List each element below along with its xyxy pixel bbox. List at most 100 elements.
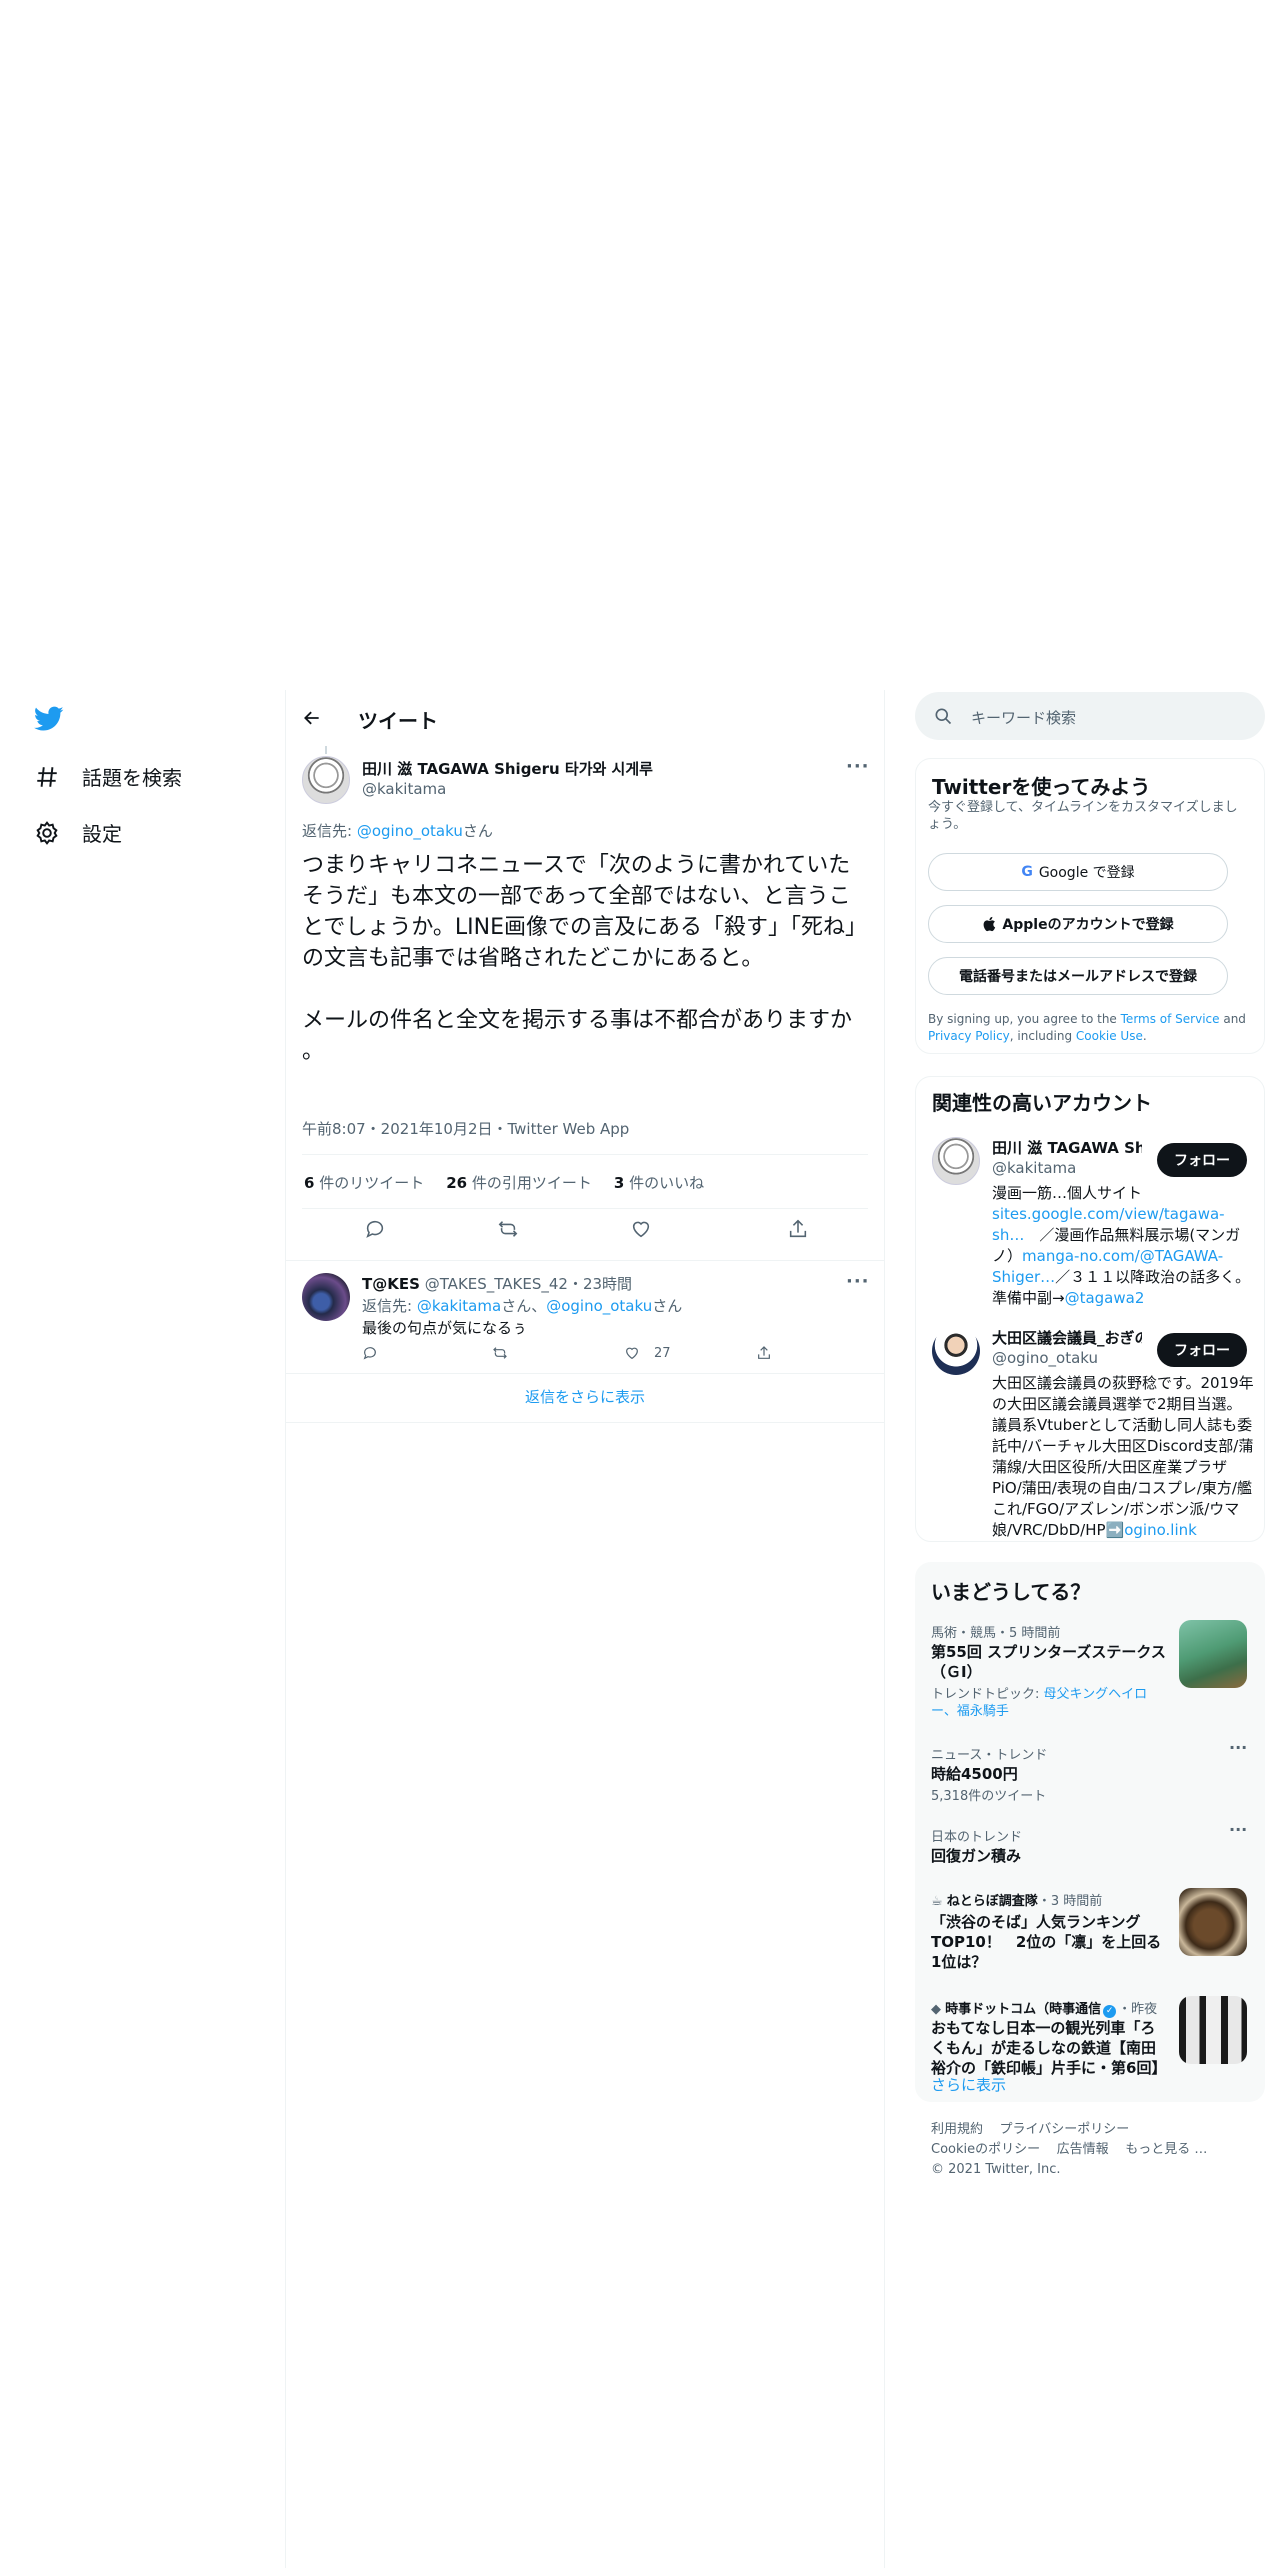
footer-copyright: © 2021 Twitter, Inc. <box>931 2162 1061 2177</box>
footer: 利用規約 プライバシーポリシー Cookieのポリシー 広告情報 もっと見る …… <box>931 2120 1207 2180</box>
news-source-icon: ◆ <box>931 2002 946 2017</box>
footer-terms-link[interactable]: 利用規約 <box>931 2122 983 2137</box>
news-thumbnail <box>1179 1996 1247 2064</box>
retweet-icon[interactable] <box>492 1345 508 1361</box>
bio-link[interactable]: ogino.link <box>1124 1521 1197 1539</box>
trend-thumbnail <box>1179 1620 1247 1688</box>
author-name[interactable]: 田川 滋 TAGAWA Shigeru 타가와 시게루 <box>362 758 653 779</box>
nav-settings[interactable]: 設定 <box>34 818 122 847</box>
tweet-actions <box>286 1218 884 1248</box>
reply-author-avatar[interactable] <box>302 1273 350 1321</box>
hashtag-icon <box>37 766 57 787</box>
reply-to-link-1[interactable]: @kakitama <box>417 1297 501 1315</box>
privacy-link[interactable]: Privacy Policy <box>928 1029 1010 1043</box>
arrow-emoji-icon: ➡️ <box>1105 1521 1125 1539</box>
quotes-stat[interactable]: 26 件の引用ツイート <box>446 1172 592 1193</box>
apple-signup-button[interactable]: Appleのアカウントで登録 <box>928 905 1228 943</box>
trend-title: 時給4500円 <box>931 1765 1018 1783</box>
trend-meta: ニュース・トレンド <box>931 1748 1048 1763</box>
search-box[interactable]: キーワード検索 <box>915 692 1265 740</box>
trends-show-more-link[interactable]: さらに表示 <box>931 2074 1006 2095</box>
apple-signup-label: Appleのアカウントで登録 <box>1002 917 1174 933</box>
bio-link[interactable]: @tagawa2 <box>1065 1289 1145 1307</box>
account-name[interactable]: 大田区議会議員_おぎの稔 <box>992 1327 1142 1348</box>
reply-more-options-icon[interactable]: ··· <box>846 1271 870 1292</box>
author-handle[interactable]: @kakitama <box>362 780 446 798</box>
trend-more-icon[interactable]: ··· <box>1229 1738 1247 1757</box>
apple-icon <box>984 916 996 932</box>
signup-title: Twitterを使ってみよう <box>932 775 1151 799</box>
phone-email-signup-label: 電話番号またはメールアドレスで登録 <box>959 969 1197 985</box>
reply-to-line: 返信先: @kakitamaさん、@ogino_otakuさん <box>362 1297 683 1315</box>
author-avatar[interactable] <box>302 756 350 804</box>
news-source: ねとらぼ調査隊 <box>946 1894 1038 1909</box>
thread-connector <box>325 746 327 754</box>
twitter-logo-icon[interactable] <box>34 706 64 732</box>
page-header: ツイート <box>286 690 884 746</box>
footer-privacy-link[interactable]: プライバシーポリシー <box>1000 2122 1130 2137</box>
show-more-replies-link[interactable]: 返信をさらに表示 <box>286 1372 884 1423</box>
reply-author-name: T@KES <box>362 1275 420 1293</box>
account-avatar[interactable] <box>932 1137 980 1185</box>
nav-explore-label: 話題を検索 <box>82 766 182 790</box>
reply-actions: 27 <box>362 1345 802 1365</box>
account-handle[interactable]: @kakitama <box>992 1159 1076 1177</box>
signup-subtitle: 今すぐ登録して、タイムラインをカスタマイズしましょう。 <box>928 800 1238 832</box>
main-column: ツイート 田川 滋 TAGAWA Shigeru 타가와 시게루 @kakita… <box>285 690 885 2568</box>
account-handle[interactable]: @ogino_otaku <box>992 1349 1098 1367</box>
reply-author[interactable]: T@KES @TAKES_TAKES_42・23時間 <box>362 1273 632 1294</box>
trends-card: いまどうしてる？ 馬術・競馬・5 時間前 第55回 スプリンターズステークス（Ｇ… <box>915 1562 1265 2102</box>
terms-link[interactable]: Terms of Service <box>1121 1012 1220 1026</box>
footer-ads-link[interactable]: 広告情報 <box>1057 2142 1109 2157</box>
nav-explore[interactable]: 話題を検索 <box>34 762 182 791</box>
account-bio: 漫画一筋…個人サイトsites.google.com/view/tagawa-s… <box>992 1184 1251 1307</box>
likes-stat[interactable]: 3 件のいいね <box>614 1172 704 1193</box>
share-icon[interactable] <box>756 1345 772 1361</box>
gear-icon <box>36 820 58 845</box>
reply-to-link-2[interactable]: @ogino_otaku <box>546 1297 652 1315</box>
cookie-link[interactable]: Cookie Use <box>1076 1029 1143 1043</box>
reply-like-count: 27 <box>654 1346 671 1361</box>
tweet-stats: 6 件のリツイート 26 件の引用ツイート 3 件のいいね <box>304 1172 704 1193</box>
trend-count: 5,318件のツイート <box>931 1789 1047 1804</box>
reply-tweet[interactable]: T@KES @TAKES_TAKES_42・23時間 ··· 返信先: @kak… <box>286 1260 884 1374</box>
retweet-icon[interactable] <box>497 1218 519 1240</box>
tweet-timestamp[interactable]: 午前8:07・2021年10月2日・Twitter Web App <box>302 1118 629 1139</box>
signup-card: Twitterを使ってみよう 今すぐ登録して、タイムラインをカスタマイズしましょ… <box>915 758 1265 1054</box>
account-name[interactable]: 田川 滋 TAGAWA Shigeru 타가와 시게루 <box>992 1137 1142 1158</box>
trends-title: いまどうしてる？ <box>931 1580 1091 1604</box>
page-title: ツイート <box>358 709 438 733</box>
search-placeholder: キーワード検索 <box>971 709 1077 727</box>
phone-email-signup-button[interactable]: 電話番号またはメールアドレスで登録 <box>928 957 1228 995</box>
reply-text: 最後の句点が気になるぅ <box>362 1319 528 1337</box>
like-heart-icon[interactable] <box>630 1218 652 1240</box>
account-bio: 大田区議会議員の荻野稔です。2019年の大田区議会議員選挙で2期目当選。議員系V… <box>992 1374 1254 1539</box>
news-source-icon: ☕ <box>931 1894 947 1909</box>
divider <box>302 1154 868 1155</box>
footer-more-link[interactable]: もっと見る … <box>1125 2142 1207 2157</box>
footer-cookie-link[interactable]: Cookieのポリシー <box>931 2142 1040 2157</box>
more-options-icon[interactable]: ··· <box>846 756 870 777</box>
account-avatar[interactable] <box>932 1327 980 1375</box>
like-heart-icon[interactable] <box>624 1345 640 1361</box>
reply-icon[interactable] <box>362 1345 378 1361</box>
trend-more-icon[interactable]: ··· <box>1229 1820 1247 1839</box>
signup-terms: By signing up, you agree to the Terms of… <box>928 1012 1246 1043</box>
back-arrow-icon[interactable] <box>302 708 322 728</box>
google-signup-button[interactable]: G Google で登録 <box>928 853 1228 891</box>
news-source: 時事ドットコム（時事通信 <box>945 2002 1102 2017</box>
follow-button[interactable]: フォロー <box>1157 1333 1247 1367</box>
trend-title: 回復ガン積み <box>931 1847 1022 1865</box>
reply-icon[interactable] <box>364 1218 386 1240</box>
google-signup-label: Google で登録 <box>1038 865 1135 881</box>
share-icon[interactable] <box>787 1218 809 1240</box>
follow-button[interactable]: フォロー <box>1157 1143 1247 1177</box>
news-time: ・昨夜 <box>1118 2002 1158 2017</box>
divider <box>302 1208 868 1209</box>
search-icon <box>935 708 952 725</box>
retweets-stat[interactable]: 6 件のリツイート <box>304 1172 424 1193</box>
news-title: 「渋谷のそば」人気ランキングTOP10！ 2位の「凛」を上回る1位は？ <box>931 1913 1162 1971</box>
nav-settings-label: 設定 <box>82 822 122 846</box>
reply-prefix: 返信先: <box>302 822 357 840</box>
reply-to-link[interactable]: @ogino_otaku <box>357 822 463 840</box>
